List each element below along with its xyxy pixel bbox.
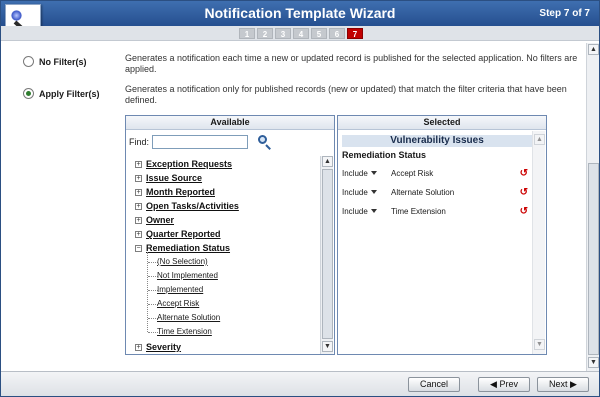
next-button[interactable]: Next ▶ <box>537 377 589 392</box>
scroll-up-icon[interactable]: ▲ <box>534 134 545 145</box>
include-dropdown[interactable]: Include <box>342 207 371 216</box>
scroll-up-icon[interactable]: ▲ <box>588 44 599 55</box>
selected-section-title: Remediation Status <box>342 150 427 160</box>
no-filter-description: Generates a notification each time a new… <box>125 53 578 74</box>
step-3[interactable]: 3 <box>275 28 291 39</box>
available-header: Available <box>126 116 334 130</box>
prev-button[interactable]: ◀ Prev <box>478 377 530 392</box>
available-panel: Available Find: + Exception Requests + I… <box>125 115 335 355</box>
tree-node-month-reported[interactable]: + Month Reported <box>135 186 215 198</box>
selected-group-title: Vulnerability Issues <box>342 135 532 147</box>
tree-node-open-tasks[interactable]: + Open Tasks/Activities <box>135 200 239 212</box>
scroll-down-icon[interactable]: ▼ <box>322 341 333 352</box>
selected-value: Accept Risk <box>391 168 434 178</box>
step-indicator: Step 7 of 7 <box>539 8 590 19</box>
find-label: Find: <box>129 137 150 147</box>
undo-remove-icon[interactable]: ↺ <box>520 206 528 217</box>
tree-leaf-accept-risk[interactable]: Accept Risk <box>157 298 199 310</box>
title-bar: Notification Template Wizard Step 7 of 7 <box>1 1 599 26</box>
selected-row: Include Time Extension ↺ <box>342 205 528 217</box>
scroll-down-icon[interactable]: ▼ <box>588 357 599 368</box>
selected-value: Alternate Solution <box>391 187 455 197</box>
scroll-thumb[interactable] <box>322 169 333 339</box>
expand-icon[interactable]: + <box>135 216 142 224</box>
chevron-down-icon[interactable] <box>371 171 377 175</box>
apply-filter-option[interactable]: Apply Filter(s) <box>23 88 100 99</box>
step-1[interactable]: 1 <box>239 28 255 39</box>
selected-panel: Selected Vulnerability Issues Remediatio… <box>337 115 547 355</box>
selected-value: Time Extension <box>391 206 446 216</box>
tree-leaf-time-extension[interactable]: Time Extension <box>157 326 212 338</box>
expand-icon[interactable]: + <box>135 230 142 238</box>
no-filter-option[interactable]: No Filter(s) <box>23 56 87 67</box>
tree-node-owner[interactable]: + Owner <box>135 214 174 226</box>
step-2[interactable]: 2 <box>257 28 273 39</box>
window-title: Notification Template Wizard <box>204 5 396 21</box>
no-filter-label: No Filter(s) <box>39 56 87 67</box>
wizard-footer: Cancel ◀ Prev Next ▶ <box>1 371 599 396</box>
tree-node-exception-requests[interactable]: + Exception Requests <box>135 158 232 170</box>
tree-leaf-not-implemented[interactable]: Not Implemented <box>157 270 218 282</box>
apply-filter-label: Apply Filter(s) <box>39 88 100 99</box>
expand-icon[interactable]: + <box>135 202 142 210</box>
apply-filter-description: Generates a notification only for publis… <box>125 84 567 105</box>
find-input[interactable] <box>152 135 249 149</box>
tree-node-quarter-reported[interactable]: + Quarter Reported <box>135 228 221 240</box>
collapse-icon[interactable]: − <box>135 244 142 252</box>
selected-row: Include Accept Risk ↺ <box>342 167 528 179</box>
content-scroll-thumb[interactable] <box>588 163 599 355</box>
apply-filter-radio[interactable] <box>23 88 34 99</box>
search-icon[interactable] <box>258 135 272 150</box>
cancel-button[interactable]: Cancel <box>408 377 460 392</box>
tree-node-severity[interactable]: + Severity <box>135 341 181 353</box>
tree-node-remediation-status[interactable]: − Remediation Status <box>135 242 230 254</box>
scroll-up-icon[interactable]: ▲ <box>322 156 333 167</box>
wizard-content: No Filter(s) Generates a notification ea… <box>3 43 585 363</box>
no-filter-radio[interactable] <box>23 56 34 67</box>
step-5[interactable]: 5 <box>311 28 327 39</box>
expand-icon[interactable]: + <box>135 188 142 196</box>
undo-remove-icon[interactable]: ↺ <box>520 187 528 198</box>
include-dropdown[interactable]: Include <box>342 188 371 197</box>
selected-scrollbar[interactable]: ▲ ▼ <box>532 131 545 354</box>
undo-remove-icon[interactable]: ↺ <box>520 168 528 179</box>
tree-leaf-no-selection[interactable]: (No Selection) <box>157 256 208 268</box>
tree-leaf-implemented[interactable]: Implemented <box>157 284 203 296</box>
wizard-window: Notification Template Wizard Step 7 of 7… <box>0 0 600 397</box>
selected-header: Selected <box>338 116 546 130</box>
find-row: Find: <box>129 135 272 150</box>
expand-icon[interactable]: + <box>135 174 142 182</box>
tree-leaf-alternate-solution[interactable]: Alternate Solution <box>157 312 220 324</box>
scroll-down-icon[interactable]: ▼ <box>534 339 545 350</box>
step-6[interactable]: 6 <box>329 28 345 39</box>
tree-node-issue-source[interactable]: + Issue Source <box>135 172 202 184</box>
step-bar: 1 2 3 4 5 6 7 <box>1 26 599 41</box>
step-4[interactable]: 4 <box>293 28 309 39</box>
step-7[interactable]: 7 <box>347 28 363 39</box>
available-tree: + Exception Requests + Issue Source + Mo… <box>127 156 320 354</box>
chevron-down-icon[interactable] <box>371 190 377 194</box>
expand-icon[interactable]: + <box>135 160 142 168</box>
include-dropdown[interactable]: Include <box>342 169 371 178</box>
selected-row: Include Alternate Solution ↺ <box>342 186 528 198</box>
content-scrollbar[interactable]: ▲ ▼ <box>586 43 599 371</box>
tree-scrollbar[interactable]: ▲ ▼ <box>320 156 333 354</box>
expand-icon[interactable]: + <box>135 343 142 351</box>
chevron-down-icon[interactable] <box>371 209 377 213</box>
